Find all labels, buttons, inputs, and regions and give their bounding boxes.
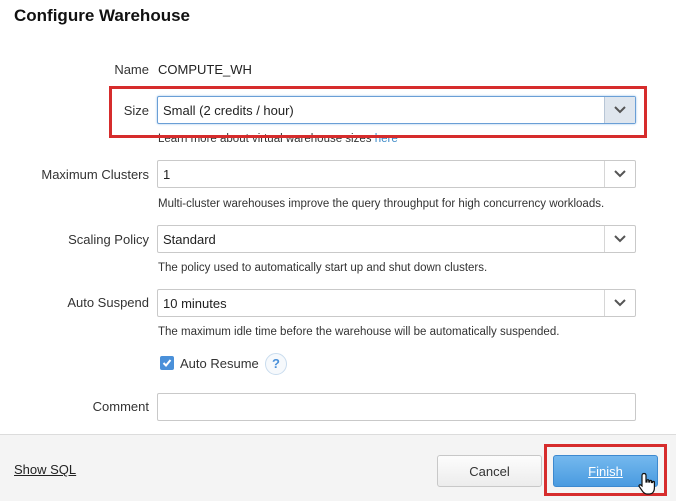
auto-suspend-help: The maximum idle time before the warehou… [158, 326, 560, 338]
size-help-text: Learn more about virtual warehouse sizes [158, 133, 372, 145]
scaling-policy-value: Standard [163, 232, 216, 247]
max-clusters-label: Maximum Clusters [41, 167, 149, 182]
hand-cursor-icon [638, 472, 655, 495]
scaling-policy-select[interactable]: Standard [157, 225, 636, 253]
size-help: Learn more about virtual warehouse sizes… [158, 133, 398, 145]
show-sql-link[interactable]: Show SQL [14, 462, 76, 477]
auto-resume-checkbox[interactable] [160, 356, 174, 370]
chevron-down-icon[interactable] [604, 290, 635, 316]
auto-suspend-select[interactable]: 10 minutes [157, 289, 636, 317]
chevron-down-icon[interactable] [604, 161, 635, 187]
name-value: COMPUTE_WH [158, 62, 252, 77]
checkmark-icon [162, 359, 172, 367]
auto-suspend-value: 10 minutes [163, 296, 227, 311]
size-select[interactable]: Small (2 credits / hour) [157, 96, 636, 124]
cancel-button[interactable]: Cancel [437, 455, 542, 487]
size-label: Size [123, 103, 149, 118]
auto-resume-label[interactable]: Auto Resume [180, 356, 259, 371]
page-title: Configure Warehouse [14, 6, 190, 25]
chevron-down-icon[interactable] [604, 97, 635, 123]
size-help-link[interactable]: here [375, 133, 398, 145]
name-label: Name [114, 62, 149, 77]
max-clusters-select[interactable]: 1 [157, 160, 636, 188]
scaling-policy-help: The policy used to automatically start u… [158, 262, 488, 274]
scaling-policy-label: Scaling Policy [68, 232, 149, 247]
auto-suspend-label: Auto Suspend [67, 295, 149, 310]
max-clusters-help: Multi-cluster warehouses improve the que… [158, 198, 605, 210]
chevron-down-icon[interactable] [604, 226, 635, 252]
question-icon[interactable]: ? [265, 353, 287, 375]
max-clusters-value: 1 [163, 167, 171, 182]
comment-input[interactable] [157, 393, 636, 421]
size-select-value: Small (2 credits / hour) [163, 103, 294, 118]
comment-label: Comment [92, 399, 149, 414]
